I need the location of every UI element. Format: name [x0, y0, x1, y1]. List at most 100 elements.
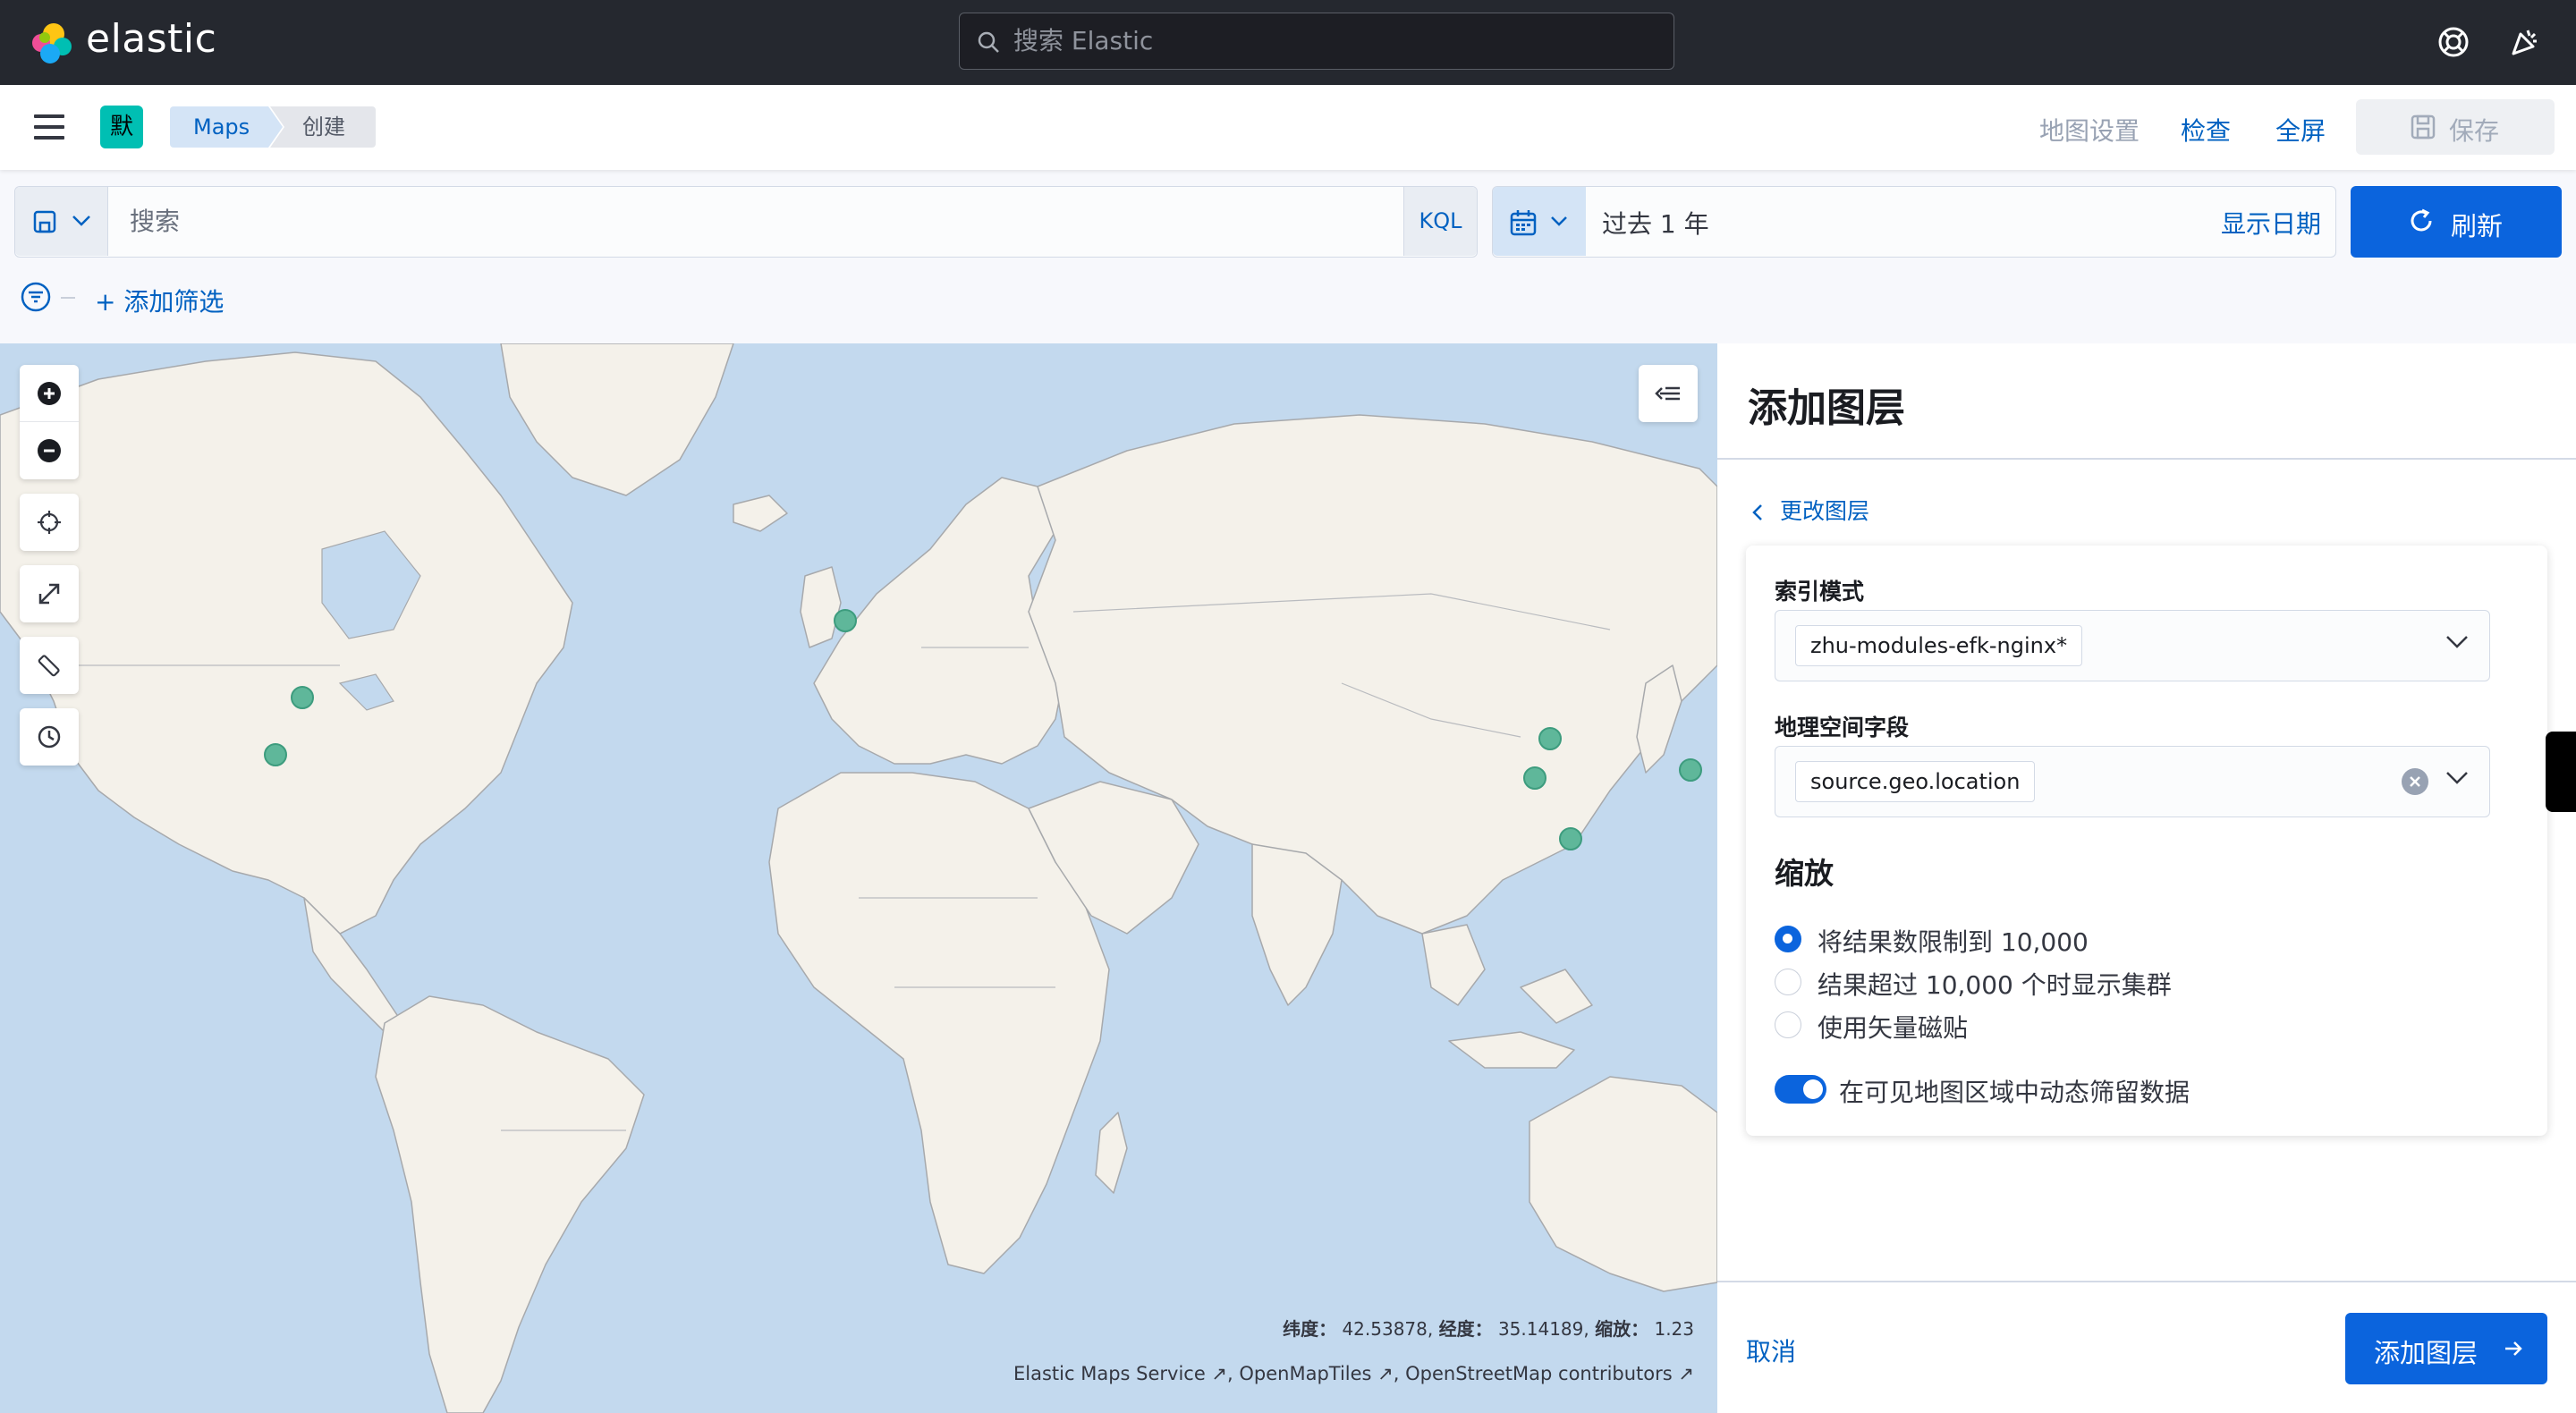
newsfeed-icon[interactable]	[2506, 23, 2544, 61]
chevron-down-icon	[1551, 216, 1567, 226]
toggle-legend-button[interactable]	[1639, 365, 1698, 422]
time-range-label[interactable]: 过去 1 年	[1602, 205, 1709, 241]
longitude-label: 经度：	[1438, 1318, 1493, 1340]
scaling-option-label: 将结果数限制到 10,000	[1818, 927, 2089, 957]
zoom-out-button[interactable]	[20, 422, 79, 479]
minus-icon	[38, 439, 61, 462]
crosshair-icon	[38, 511, 61, 534]
longitude-value: 35.14189,	[1497, 1318, 1589, 1340]
help-icon[interactable]	[2435, 23, 2472, 61]
side-drag-handle[interactable]	[2546, 732, 2576, 812]
change-layer-link[interactable]: 更改图层	[1751, 494, 1869, 526]
refresh-button-label: 刷新	[2451, 211, 2504, 241]
date-picker: 过去 1 年 显示日期	[1492, 186, 2336, 258]
search-icon	[978, 31, 999, 53]
mouse-coordinates: 纬度： 42.53878, 经度： 35.14189, 缩放： 1.23	[1283, 1315, 1694, 1341]
world-map[interactable]	[0, 343, 1717, 1413]
saved-query-button[interactable]	[15, 187, 108, 256]
add-filter-button[interactable]: + 添加筛选	[95, 283, 224, 318]
cancel-button[interactable]: 取消	[1746, 1333, 1796, 1368]
add-layer-panel: 添加图层 更改图层 索引模式 zhu-modules-efk-nginx* 地理…	[1717, 343, 2576, 1413]
menu-left-icon	[1655, 386, 1680, 401]
change-layer-label: 更改图层	[1780, 498, 1870, 524]
query-input[interactable]	[110, 187, 1398, 256]
scaling-title: 缩放	[1775, 856, 1834, 891]
measure-tool-button[interactable]	[20, 637, 79, 694]
data-point[interactable]	[1559, 827, 1582, 850]
map-attribution: Elastic Maps Service ↗, OpenMapTiles ↗, …	[1013, 1363, 1694, 1384]
add-layer-button[interactable]: 添加图层	[2345, 1313, 2547, 1384]
index-pattern-value: zhu-modules-efk-nginx*	[1795, 625, 2083, 666]
inspect-link[interactable]: 检查	[2181, 112, 2231, 148]
refresh-button[interactable]: 刷新	[2351, 186, 2562, 258]
calendar-icon	[1510, 210, 1537, 236]
save-button-label: 保存	[2449, 116, 2500, 146]
data-point[interactable]	[1538, 727, 1562, 750]
global-search-input[interactable]	[1013, 13, 1657, 68]
latitude-label: 纬度：	[1283, 1318, 1337, 1340]
index-pattern-select[interactable]: zhu-modules-efk-nginx*	[1775, 610, 2490, 681]
scaling-option-label: 结果超过 10,000 个时显示集群	[1818, 970, 2172, 1000]
menu-icon[interactable]	[34, 114, 64, 140]
data-point[interactable]	[834, 609, 857, 632]
breadcrumb-create: 创建	[270, 106, 376, 148]
arrow-right-icon	[2505, 1341, 2522, 1356]
breadcrumb-maps[interactable]: Maps	[170, 106, 283, 148]
filter-icon[interactable]	[20, 281, 52, 313]
panel-footer-divider	[1717, 1281, 2576, 1282]
saved-query-icon	[33, 210, 56, 233]
brand-name[interactable]: elastic	[86, 16, 216, 62]
data-point[interactable]	[1679, 758, 1702, 782]
query-language-button[interactable]: KQL	[1403, 187, 1477, 256]
set-view-button[interactable]	[20, 494, 79, 551]
filter-divider	[61, 297, 75, 299]
data-point[interactable]	[1523, 766, 1546, 790]
quick-select-button[interactable]	[1493, 187, 1586, 256]
chevron-down-icon	[72, 216, 90, 226]
chevron-left-icon	[1752, 504, 1762, 520]
geo-field-value: source.geo.location	[1795, 761, 2036, 802]
panel-divider	[1717, 458, 2576, 460]
chevron-down-icon	[2446, 636, 2468, 648]
panel-title: 添加图层	[1748, 385, 1905, 431]
zoom-label: 缩放：	[1595, 1318, 1649, 1340]
attribution-ems-link[interactable]: Elastic Maps Service	[1013, 1363, 1206, 1384]
toggle-knob	[1803, 1079, 1823, 1099]
radio-unselected[interactable]	[1775, 969, 1801, 995]
ruler-icon	[38, 655, 60, 677]
latitude-value: 42.53878,	[1342, 1318, 1434, 1340]
refresh-icon	[2411, 208, 2432, 232]
radio-unselected[interactable]	[1775, 1011, 1801, 1038]
geo-field-label: 地理空间字段	[1775, 715, 1910, 740]
space-avatar[interactable]: 默	[100, 106, 143, 148]
geo-field-select[interactable]: source.geo.location	[1775, 746, 2490, 817]
map-canvas[interactable]: 纬度： 42.53878, 经度： 35.14189, 缩放： 1.23 Ela…	[0, 343, 1717, 1413]
zoom-value: 1.23	[1654, 1318, 1694, 1340]
save-button[interactable]: 保存	[2356, 99, 2555, 155]
fit-to-data-button[interactable]	[20, 565, 79, 622]
map-settings-link[interactable]: 地图设置	[2039, 112, 2140, 148]
plus-icon	[38, 382, 61, 405]
elastic-logo-icon[interactable]	[27, 18, 77, 68]
fullscreen-link[interactable]: 全屏	[2275, 112, 2326, 148]
attribution-openmaptiles-link[interactable]: OpenMapTiles	[1239, 1363, 1371, 1384]
dynamic-filter-label: 在可见地图区域中动态筛留数据	[1839, 1078, 2190, 1107]
scaling-option-label: 使用矢量磁贴	[1818, 1013, 1969, 1043]
radio-selected[interactable]	[1775, 926, 1801, 952]
layer-config-card: 索引模式 zhu-modules-efk-nginx* 地理空间字段 sourc…	[1746, 546, 2547, 1136]
clear-icon[interactable]	[2402, 768, 2428, 795]
zoom-controls	[20, 365, 79, 479]
query-bar: KQL	[14, 186, 1478, 258]
show-dates-link[interactable]: 显示日期	[2221, 205, 2321, 241]
clock-icon	[38, 725, 61, 749]
attribution-osm-link[interactable]: OpenStreetMap contributors	[1405, 1363, 1673, 1384]
chevron-down-icon	[2446, 772, 2468, 784]
data-point[interactable]	[291, 686, 314, 709]
timeslider-button[interactable]	[20, 708, 79, 766]
global-header: elastic	[0, 0, 2576, 85]
add-layer-button-label: 添加图层	[2374, 1338, 2479, 1368]
save-icon	[2411, 114, 2436, 140]
zoom-in-button[interactable]	[20, 365, 79, 422]
global-search[interactable]	[959, 13, 1674, 70]
data-point[interactable]	[264, 743, 287, 766]
